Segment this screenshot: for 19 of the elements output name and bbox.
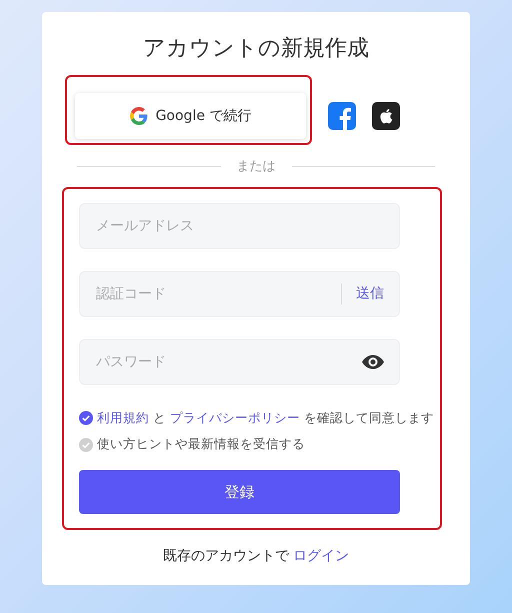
page-title: アカウントの新規作成 [142, 35, 370, 63]
login-link[interactable]: ログイン [293, 548, 350, 564]
checkbox[interactable] [79, 438, 93, 452]
footer-text: 既存のアカウントで [162, 548, 290, 564]
facebook-icon[interactable] [328, 102, 356, 130]
option-label: 利用規約 と プライバシーポリシー を確認して同意します [97, 408, 434, 426]
policy-link[interactable]: 利用規約 [97, 410, 149, 424]
eye-icon[interactable] [362, 354, 384, 368]
register-button[interactable]: 登録 [79, 470, 400, 514]
send-link[interactable]: 送信 [341, 283, 384, 304]
policy-link[interactable]: プライバシーポリシー [170, 410, 300, 424]
google-icon [130, 107, 148, 125]
password-field[interactable]: パスワード [79, 338, 400, 384]
option-label: 使い方ヒントや最新情報を受信する [97, 435, 305, 454]
checkbox[interactable] [79, 410, 93, 425]
apple-icon[interactable] [372, 102, 400, 130]
email-field[interactable]: メールアドレス [79, 202, 400, 248]
divider-label: または [236, 158, 276, 176]
google-button[interactable]: Google で続行 [75, 93, 306, 139]
